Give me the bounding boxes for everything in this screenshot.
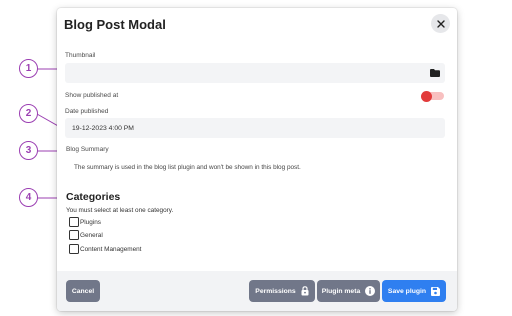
save-plugin-button[interactable]: Save plugin <box>382 280 446 302</box>
category-label: General <box>80 231 103 239</box>
lock-icon <box>301 286 309 296</box>
show-published-toggle[interactable] <box>421 90 444 102</box>
close-button[interactable] <box>431 14 450 33</box>
permissions-label: Permissions <box>255 287 296 295</box>
callout-number: 3 <box>19 141 38 160</box>
permissions-button[interactable]: Permissions <box>249 280 315 302</box>
checkbox[interactable] <box>69 244 79 254</box>
category-label: Plugins <box>80 218 101 226</box>
plugin-meta-label: Plugin meta <box>321 287 361 295</box>
checkbox[interactable] <box>69 230 79 240</box>
category-plugins[interactable]: Plugins <box>69 217 101 227</box>
toggle-knob <box>421 90 432 102</box>
blog-post-modal: Blog Post Modal Thumbnail Show published… <box>57 8 457 311</box>
callout-number: 4 <box>19 188 38 207</box>
thumbnail-input[interactable] <box>65 63 445 83</box>
checkbox[interactable] <box>69 217 79 227</box>
category-general[interactable]: General <box>69 230 103 240</box>
plugin-meta-button[interactable]: Plugin meta <box>317 280 380 302</box>
thumbnail-label: Thumbnail <box>65 52 96 59</box>
modal-title: Blog Post Modal <box>64 17 166 32</box>
category-label: Content Management <box>80 245 142 253</box>
save-plugin-label: Save plugin <box>387 287 427 295</box>
categories-title: Categories <box>66 191 121 203</box>
cancel-button[interactable]: Cancel <box>66 280 100 302</box>
cancel-label: Cancel <box>71 287 95 295</box>
categories-help: You must select at least one category. <box>66 207 174 214</box>
blog-summary-help: The summary is used in the blog list plu… <box>74 164 301 171</box>
info-icon <box>365 286 376 296</box>
blog-summary-label: Blog Summary <box>66 146 109 153</box>
date-published-label: Date published <box>65 108 109 115</box>
close-icon <box>436 19 445 28</box>
callout-number: 1 <box>19 59 38 78</box>
folder-icon[interactable] <box>430 69 440 77</box>
save-icon <box>431 286 441 296</box>
show-published-label: Show published at <box>65 92 119 99</box>
date-published-input[interactable]: 19-12-2023 4:00 PM <box>65 118 445 138</box>
category-content-management[interactable]: Content Management <box>69 244 141 254</box>
modal-footer: Cancel Permissions Plugin meta Save plug… <box>57 271 457 311</box>
callout-number: 2 <box>19 104 38 123</box>
date-published-value: 19-12-2023 4:00 PM <box>72 124 134 132</box>
